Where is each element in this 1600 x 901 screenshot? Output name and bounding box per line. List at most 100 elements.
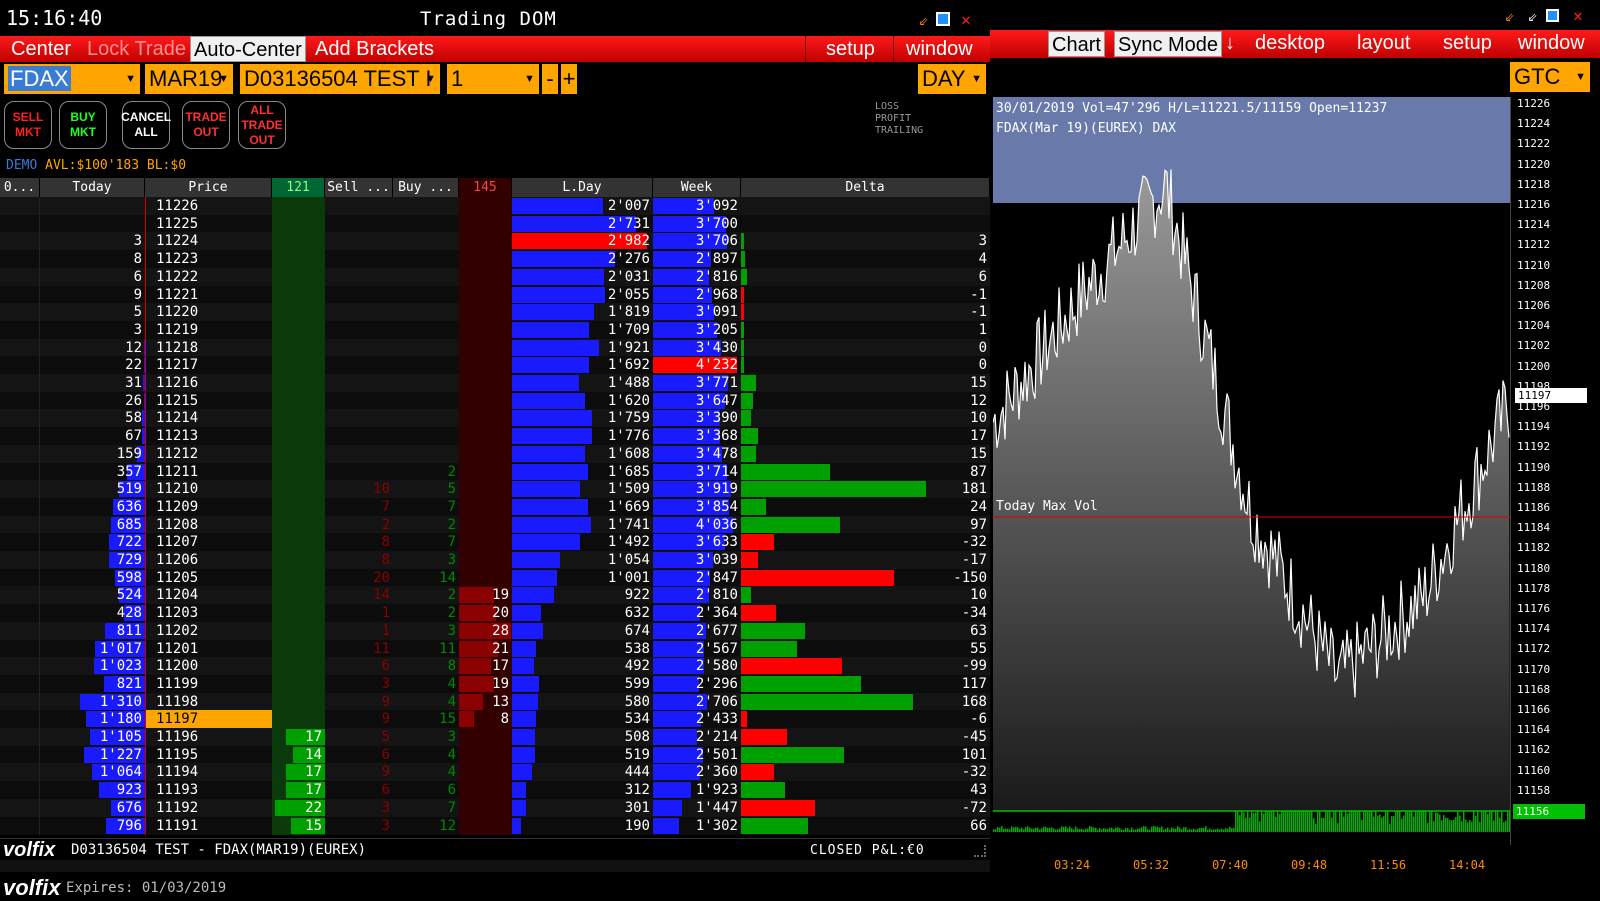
delta-cell[interactable]: -32 xyxy=(741,533,990,551)
week-cell[interactable]: 3'478 xyxy=(653,445,741,463)
ask-cell[interactable] xyxy=(459,285,512,304)
bid-cell[interactable] xyxy=(272,267,325,286)
today-cell[interactable]: 729 xyxy=(40,551,145,569)
today-cell[interactable]: 524 xyxy=(40,586,145,604)
last-day-cell[interactable]: 2'276 xyxy=(512,250,653,268)
delta-cell[interactable]: 87 xyxy=(741,463,990,481)
buy-cell[interactable]: 2 xyxy=(393,604,459,622)
lock-trade-button[interactable]: Lock Trade xyxy=(84,36,189,62)
price-cell[interactable]: 11219 xyxy=(145,320,272,339)
today-cell[interactable]: 722 xyxy=(40,533,145,551)
order-cell[interactable] xyxy=(0,250,40,269)
ladder-row[interactable]: 5 11220 1'819 3'091 -1 xyxy=(0,303,990,322)
last-day-cell[interactable]: 1'001 xyxy=(512,569,653,587)
week-cell[interactable]: 2'364 xyxy=(653,604,741,622)
order-cell[interactable] xyxy=(0,197,40,215)
bid-cell[interactable] xyxy=(272,621,325,640)
price-cell[interactable]: 11194 xyxy=(145,763,272,782)
ladder-row[interactable]: 729 11206 8 3 1'054 3'039 -17 xyxy=(0,551,990,569)
buy-cell[interactable]: 2 xyxy=(393,516,459,534)
symbol-select[interactable]: FDAX ▼ xyxy=(4,64,140,94)
delta-cell[interactable]: 3 xyxy=(741,232,990,250)
buy-cell[interactable]: 2 xyxy=(393,586,459,604)
ladder-row[interactable]: 519 11210 10 5 1'509 3'919 181 xyxy=(0,480,990,499)
bid-cell[interactable] xyxy=(272,533,325,552)
buy-cell[interactable]: 4 xyxy=(393,675,459,693)
buy-cell[interactable] xyxy=(393,392,459,410)
today-cell[interactable]: 1'310 xyxy=(40,693,145,711)
bid-cell[interactable] xyxy=(272,568,325,587)
delta-cell[interactable]: -32 xyxy=(741,763,990,781)
bracket-settings[interactable]: LOSS PROFIT TRAILING xyxy=(875,101,923,137)
bid-cell[interactable] xyxy=(272,604,325,623)
delta-cell[interactable]: -1 xyxy=(741,286,990,304)
week-cell[interactable]: 1'447 xyxy=(653,799,741,817)
delta-cell[interactable]: -45 xyxy=(741,728,990,746)
buy-cell[interactable]: 15 xyxy=(393,710,459,728)
last-day-cell[interactable]: 1'608 xyxy=(512,445,653,463)
week-cell[interactable]: 3'039 xyxy=(653,551,741,569)
week-cell[interactable]: 3'706 xyxy=(653,232,741,250)
ask-cell[interactable] xyxy=(459,320,512,339)
week-cell[interactable]: 3'092 xyxy=(653,197,741,215)
today-cell[interactable]: 685 xyxy=(40,516,145,534)
delta-cell[interactable]: 63 xyxy=(741,622,990,640)
today-cell[interactable]: 9 xyxy=(40,286,145,304)
today-cell[interactable]: 811 xyxy=(40,622,145,640)
week-cell[interactable]: 2'897 xyxy=(653,250,741,268)
week-cell[interactable]: 3'205 xyxy=(653,321,741,339)
ask-cell[interactable] xyxy=(459,374,512,392)
ask-cell[interactable] xyxy=(459,763,512,782)
bid-cell[interactable]: 22 xyxy=(272,798,325,817)
today-cell[interactable]: 26 xyxy=(40,392,145,410)
price-cell[interactable]: 11200 xyxy=(145,657,272,676)
quantity-minus-button[interactable]: - xyxy=(542,64,558,94)
sell-cell[interactable]: 3 xyxy=(325,799,393,817)
last-day-cell[interactable]: 190 xyxy=(512,817,653,835)
ask-cell[interactable] xyxy=(459,781,512,800)
today-cell[interactable]: 3 xyxy=(40,232,145,250)
bid-cell[interactable] xyxy=(272,551,325,569)
buy-cell[interactable] xyxy=(393,268,459,286)
buy-cell[interactable] xyxy=(393,250,459,268)
price-cell[interactable]: 11216 xyxy=(145,374,272,392)
delta-cell[interactable]: 66 xyxy=(741,817,990,835)
ask-cell[interactable] xyxy=(459,197,512,215)
order-cell[interactable] xyxy=(0,621,40,640)
buy-cell[interactable] xyxy=(393,303,459,321)
buy-cell[interactable] xyxy=(393,374,459,392)
delta-cell[interactable]: -150 xyxy=(741,569,990,587)
ladder-row[interactable]: 67 11213 1'776 3'368 17 xyxy=(0,427,990,446)
last-day-cell[interactable]: 301 xyxy=(512,799,653,817)
ladder-row[interactable]: 796 11191 15 3 12 190 1'302 66 xyxy=(0,816,990,835)
ladder-row[interactable]: 722 11207 8 7 1'492 3'633 -32 xyxy=(0,533,990,552)
bid-cell[interactable] xyxy=(272,356,325,375)
bid-cell[interactable] xyxy=(272,303,325,322)
maximize-icon[interactable] xyxy=(1546,9,1559,22)
order-cell[interactable] xyxy=(0,356,40,375)
order-cell[interactable] xyxy=(0,568,40,587)
sync-mode-button[interactable]: Sync Mode xyxy=(1114,31,1223,57)
sell-cell[interactable] xyxy=(325,409,393,427)
today-cell[interactable]: 598 xyxy=(40,569,145,587)
last-day-cell[interactable]: 674 xyxy=(512,622,653,640)
order-cell[interactable] xyxy=(0,604,40,623)
bid-cell[interactable]: 17 xyxy=(272,763,325,782)
order-cell[interactable] xyxy=(0,267,40,286)
delta-cell[interactable]: -17 xyxy=(741,551,990,569)
last-day-cell[interactable]: 1'741 xyxy=(512,516,653,534)
header-last-day[interactable]: L.Day xyxy=(512,178,653,197)
delta-cell[interactable]: 15 xyxy=(741,374,990,392)
buy-cell[interactable]: 7 xyxy=(393,498,459,516)
sell-cell[interactable]: 9 xyxy=(325,763,393,781)
ladder-row[interactable]: 9 11221 2'055 2'968 -1 xyxy=(0,285,990,304)
ladder-row[interactable]: 923 11193 17 6 6 312 1'923 43 xyxy=(0,781,990,800)
week-cell[interactable]: 2'567 xyxy=(653,640,741,658)
account-select[interactable]: D03136504 TEST I ▼ xyxy=(240,64,440,94)
price-cell[interactable]: 11195 xyxy=(145,745,272,764)
ask-cell[interactable]: 13 xyxy=(459,692,512,711)
header-buy[interactable]: Buy ... xyxy=(393,178,459,197)
ask-cell[interactable] xyxy=(459,497,512,516)
ladder-row[interactable]: 1'064 11194 17 9 4 444 2'360 -32 xyxy=(0,763,990,782)
buy-cell[interactable] xyxy=(393,232,459,250)
